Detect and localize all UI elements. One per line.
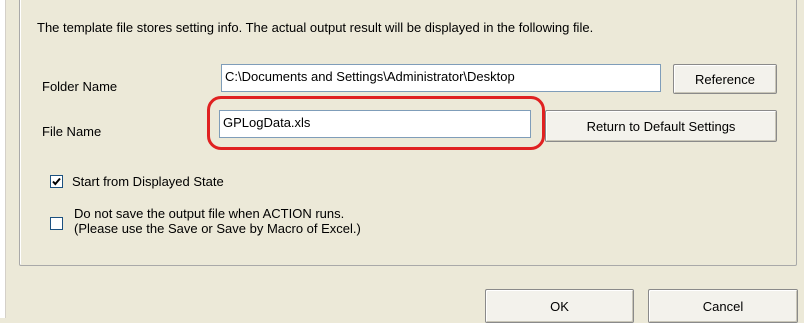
start-displayed-label: Start from Displayed State — [72, 174, 224, 189]
reference-button[interactable]: Reference — [673, 64, 777, 94]
folder-name-label: Folder Name — [42, 79, 118, 94]
no-save-label: Do not save the output file when ACTION … — [74, 206, 361, 236]
file-name-field[interactable]: GPLogData.xls — [219, 110, 531, 138]
window-left-edge — [0, 0, 6, 318]
start-displayed-checkbox[interactable] — [50, 175, 63, 188]
no-save-label-line2: (Please use the Save or Save by Macro of… — [74, 221, 361, 236]
no-save-checkbox[interactable] — [50, 217, 63, 230]
no-save-label-line1: Do not save the output file when ACTION … — [74, 206, 345, 221]
info-text: The template file stores setting info. T… — [37, 20, 594, 35]
folder-name-field[interactable]: C:\Documents and Settings\Administrator\… — [221, 64, 661, 92]
return-to-default-button[interactable]: Return to Default Settings — [545, 110, 777, 142]
file-name-label: File Name — [42, 124, 102, 139]
checkmark-icon — [52, 177, 61, 186]
